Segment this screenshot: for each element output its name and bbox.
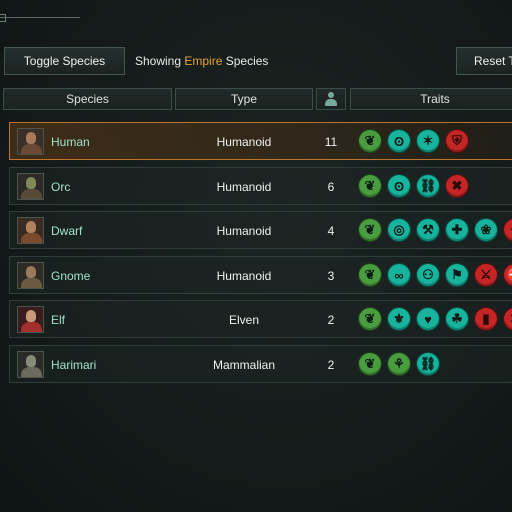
trait-list: ❦ ʘ ✶ ⛨ — [358, 129, 469, 153]
group-icon[interactable]: ⚇ — [416, 263, 440, 287]
trait-list: ❦⚜♥☘▮✕ — [358, 307, 512, 331]
species-count: 4 — [327, 224, 335, 238]
column-header-count[interactable] — [316, 88, 346, 110]
chain-icon[interactable]: ⛓ — [416, 352, 440, 376]
leaf-icon[interactable]: ❦ — [358, 129, 382, 153]
species-portrait — [17, 128, 44, 155]
showing-filter-label: Showing Empire Species — [135, 54, 268, 68]
species-row[interactable]: Dwarf Humanoid 4 ❦◎⚒✚❀✦ — [9, 211, 512, 249]
scholar-icon[interactable]: ⚑ — [445, 263, 469, 287]
species-portrait — [17, 306, 44, 333]
adaptive-icon[interactable]: ✶ — [416, 129, 440, 153]
swirl-icon[interactable]: ʘ — [387, 174, 411, 198]
species-row[interactable]: Orc Humanoid 6 ❦ ʘ ⛓ ✖ — [9, 167, 512, 205]
showing-filter-value: Empire — [184, 54, 223, 68]
species-count: 2 — [327, 358, 335, 372]
swirl-icon[interactable]: ʘ — [387, 129, 411, 153]
trait-list: ❦ ⚘ ⛓ — [358, 352, 440, 376]
species-type: Humanoid — [216, 269, 272, 283]
species-row[interactable]: Gnome Humanoid 3 ❦∞⚇⚑⚔⛔ — [9, 256, 512, 294]
species-count: 2 — [327, 313, 335, 327]
negative-trait-icon[interactable]: ✖ — [445, 174, 469, 198]
species-type: Humanoid — [216, 180, 272, 194]
flower-icon[interactable]: ❀ — [474, 218, 498, 242]
species-type: Elven — [228, 313, 260, 327]
species-portrait — [17, 173, 44, 200]
species-count: 3 — [327, 269, 335, 283]
showing-prefix: Showing — [135, 54, 182, 68]
negative-trait-icon[interactable]: ▮ — [474, 307, 498, 331]
negative-trait-icon[interactable]: ⛔ — [503, 263, 512, 287]
beast-icon[interactable]: ⚘ — [387, 352, 411, 376]
leaf-icon[interactable]: ❦ — [358, 218, 382, 242]
reset-button[interactable]: Reset Te — [456, 47, 512, 75]
leaf-icon[interactable]: ❦ — [358, 352, 382, 376]
nature-icon[interactable]: ☘ — [445, 307, 469, 331]
negative-trait-icon[interactable]: ⛨ — [445, 129, 469, 153]
species-name: Human — [51, 135, 90, 149]
negative-trait-icon[interactable]: ⚔ — [474, 263, 498, 287]
species-type: Mammalian — [212, 358, 275, 372]
species-name: Orc — [51, 180, 71, 194]
trait-list: ❦◎⚒✚❀✦ — [358, 218, 512, 242]
trait-list: ❦∞⚇⚑⚔⛔ — [358, 263, 512, 287]
infinity-icon[interactable]: ∞ — [387, 263, 411, 287]
species-name: Dwarf — [51, 224, 83, 238]
showing-suffix: Species — [225, 54, 269, 68]
negative-trait-icon[interactable]: ✦ — [503, 218, 512, 242]
header-divider — [0, 17, 80, 18]
sigil-icon[interactable]: ⚜ — [387, 307, 411, 331]
species-name: Gnome — [51, 269, 91, 283]
rings-icon[interactable]: ◎ — [387, 218, 411, 242]
column-header-species[interactable]: Species — [3, 88, 172, 110]
tool-icon[interactable]: ⚒ — [416, 218, 440, 242]
column-header-traits[interactable]: Traits — [350, 88, 512, 110]
column-header-type[interactable]: Type — [175, 88, 313, 110]
charm-icon[interactable]: ♥ — [416, 307, 440, 331]
leaf-icon[interactable]: ❦ — [358, 263, 382, 287]
species-type: Humanoid — [216, 224, 272, 238]
species-portrait — [17, 217, 44, 244]
species-count: 6 — [327, 180, 335, 194]
strong-icon[interactable]: ✚ — [445, 218, 469, 242]
leaf-icon[interactable]: ❦ — [358, 174, 382, 198]
negative-trait-icon[interactable]: ✕ — [503, 307, 512, 331]
species-row[interactable]: Human Humanoid 11 ❦ ʘ ✶ ⛨ — [9, 122, 512, 160]
leaf-icon[interactable]: ❦ — [358, 307, 382, 331]
species-portrait — [17, 351, 44, 378]
species-count: 11 — [324, 135, 338, 149]
corner-glyph — [0, 14, 6, 22]
species-row[interactable]: Harimari Mammalian 2 ❦ ⚘ ⛓ — [9, 345, 512, 383]
species-portrait — [17, 262, 44, 289]
trait-list: ❦ ʘ ⛓ ✖ — [358, 174, 469, 198]
species-type: Humanoid — [216, 135, 272, 149]
species-row[interactable]: Elf Elven 2 ❦⚜♥☘▮✕ — [9, 300, 512, 338]
species-name: Elf — [51, 313, 66, 327]
person-icon — [324, 92, 338, 106]
species-name: Harimari — [51, 358, 97, 372]
chain-icon[interactable]: ⛓ — [416, 174, 440, 198]
toggle-species-button[interactable]: Toggle Species — [4, 47, 125, 75]
